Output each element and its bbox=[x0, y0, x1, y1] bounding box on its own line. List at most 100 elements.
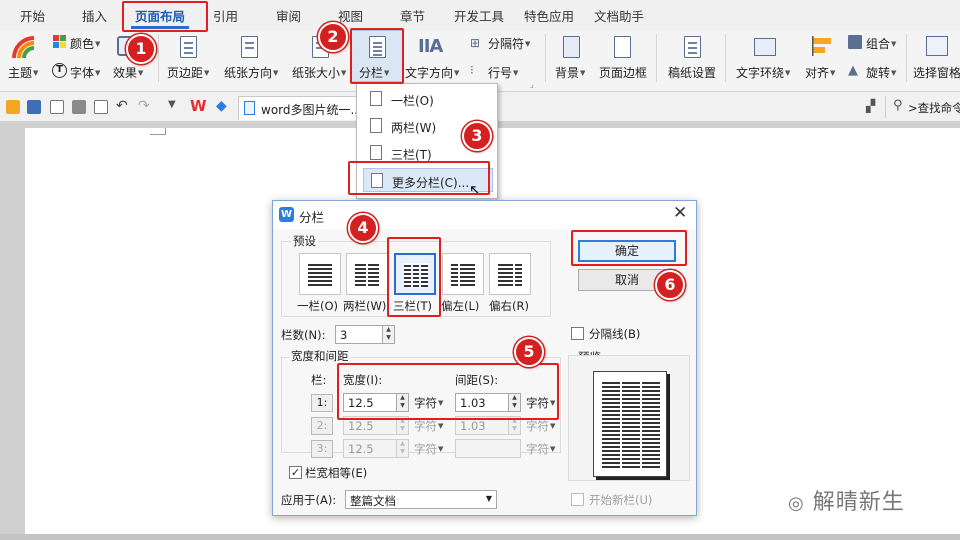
column-3-button: 3: bbox=[311, 440, 333, 458]
tab-references[interactable]: 引用 bbox=[213, 6, 238, 25]
preset-one-column[interactable] bbox=[299, 253, 341, 295]
chevron-down-icon: ▼ bbox=[485, 494, 492, 503]
ribbon-divider bbox=[545, 34, 546, 82]
page-border-button[interactable]: 页面边框 bbox=[599, 64, 647, 81]
column-3-width-spinner: ▲ ▼ bbox=[396, 439, 409, 458]
margin-mark bbox=[165, 128, 166, 135]
theme-button[interactable]: 主题▼ bbox=[8, 64, 38, 81]
line-number-button[interactable]: 行号▼ bbox=[488, 64, 518, 81]
search-icon: ⚲ bbox=[893, 98, 903, 113]
menu-item-one-column[interactable]: 一栏(O) bbox=[363, 87, 493, 111]
doc-icon bbox=[370, 145, 382, 160]
document-tab[interactable]: word多图片统一... bbox=[238, 96, 362, 120]
redo-icon[interactable]: ↷ bbox=[138, 98, 150, 114]
tab-doc-assistant[interactable]: 文档助手 bbox=[594, 6, 644, 25]
save-icon[interactable] bbox=[27, 100, 41, 114]
wps-logo-icon[interactable]: W bbox=[190, 97, 207, 115]
group-button[interactable]: 组合▼ bbox=[866, 35, 896, 52]
preset-left[interactable] bbox=[442, 253, 484, 295]
equal-width-checkbox[interactable]: ✓ bbox=[289, 466, 302, 479]
preset-two-columns[interactable] bbox=[346, 253, 388, 295]
orientation-icon bbox=[241, 36, 258, 58]
pin-icon[interactable]: ▞ bbox=[866, 99, 875, 113]
background-icon bbox=[563, 36, 580, 58]
rotate-icon: ▲ bbox=[848, 63, 858, 78]
callout-badge-5: 5 bbox=[514, 337, 544, 367]
preset-two-columns-label: 两栏(W) bbox=[343, 299, 387, 313]
separator-button[interactable]: 分隔符▼ bbox=[488, 35, 530, 52]
cube-icon[interactable]: ◆ bbox=[216, 98, 227, 114]
highlight-box bbox=[387, 237, 441, 317]
separator-icon: ⊞ bbox=[470, 36, 481, 50]
paper-size-button[interactable]: 纸张大小▼ bbox=[292, 64, 346, 81]
equal-width-label: 栏宽相等(E) bbox=[305, 466, 368, 480]
theme-icon[interactable] bbox=[12, 36, 38, 60]
tab-developer[interactable]: 开发工具 bbox=[454, 6, 504, 25]
align-button[interactable]: 对齐▼ bbox=[805, 64, 835, 81]
export-pdf-icon[interactable] bbox=[50, 100, 64, 114]
presets-label: 预设 bbox=[291, 233, 318, 249]
document-tab-title: word多图片统一... bbox=[261, 103, 362, 117]
undo-icon[interactable]: ↶ bbox=[116, 98, 128, 114]
highlight-box bbox=[122, 1, 208, 32]
margin-button[interactable]: 页边距▼ bbox=[167, 64, 209, 81]
draft-settings-button[interactable]: 稿纸设置 bbox=[668, 64, 716, 81]
print-preview-icon[interactable] bbox=[94, 100, 108, 114]
new-column-checkbox bbox=[571, 493, 584, 506]
callout-badge-4: 4 bbox=[348, 213, 378, 243]
apply-to-select[interactable]: 整篇文档 ▼ bbox=[345, 490, 497, 509]
text-wrap-icon bbox=[754, 38, 776, 56]
open-icon[interactable] bbox=[6, 100, 20, 114]
horizontal-scrollbar[interactable] bbox=[0, 534, 960, 540]
callout-badge-1: 1 bbox=[126, 34, 156, 64]
column-2-button: 2: bbox=[311, 417, 333, 435]
customize-icon[interactable]: ▼ bbox=[168, 99, 176, 110]
doc-icon bbox=[370, 118, 382, 133]
rotate-button[interactable]: 旋转▼ bbox=[866, 64, 896, 81]
preset-left-label: 偏左(L) bbox=[441, 299, 480, 313]
preset-right[interactable] bbox=[489, 253, 531, 295]
text-wrap-button[interactable]: 文字环绕▼ bbox=[736, 64, 790, 81]
close-icon[interactable]: ✕ bbox=[673, 203, 687, 223]
tab-home[interactable]: 开始 bbox=[20, 6, 45, 25]
effect-button[interactable]: 效果▼ bbox=[113, 64, 143, 81]
new-column-label: 开始新栏(U) bbox=[589, 493, 653, 507]
tab-special-apps[interactable]: 特色应用 bbox=[524, 6, 574, 25]
tab-view[interactable]: 视图 bbox=[338, 6, 363, 25]
preset-right-label: 偏右(R) bbox=[489, 299, 529, 313]
page-border-icon bbox=[614, 36, 631, 58]
preview-page bbox=[593, 371, 667, 477]
tab-sections[interactable]: 章节 bbox=[400, 6, 425, 25]
callout-badge-6: 6 bbox=[655, 270, 685, 300]
num-columns-input[interactable]: 3 bbox=[335, 325, 383, 344]
dialog-titlebar[interactable]: W 分栏 ✕ bbox=[273, 201, 696, 229]
preset-one-column-label: 一栏(O) bbox=[297, 299, 339, 313]
column-3-width-unit: 字符▼ bbox=[414, 442, 444, 456]
column-index-header: 栏: bbox=[311, 373, 327, 387]
print-icon[interactable] bbox=[72, 100, 86, 114]
num-columns-spinner[interactable]: ▲ ▼ bbox=[382, 325, 395, 344]
apply-to-label: 应用于(A): bbox=[281, 493, 337, 507]
column-1-button: 1: bbox=[311, 394, 333, 412]
orientation-button[interactable]: 纸张方向▼ bbox=[224, 64, 278, 81]
select-pane-button[interactable]: 选择窗格 bbox=[913, 64, 960, 81]
color-icon bbox=[53, 35, 67, 49]
draft-settings-icon bbox=[684, 36, 701, 58]
column-3-width-input: 12.5 bbox=[343, 439, 397, 458]
separator-line-checkbox[interactable] bbox=[571, 327, 584, 340]
watermark: ◎ 解晴新生 bbox=[788, 484, 905, 516]
text-direction-icon: IIA bbox=[418, 36, 443, 57]
background-button[interactable]: 背景▼ bbox=[555, 64, 585, 81]
tab-review[interactable]: 审阅 bbox=[276, 6, 301, 25]
font-button[interactable]: 字体▼ bbox=[70, 64, 100, 81]
dialog-launcher-icon[interactable]: ⌟ bbox=[530, 80, 534, 89]
group-icon bbox=[848, 35, 862, 49]
num-columns-label: 栏数(N): bbox=[281, 328, 326, 342]
command-search-input[interactable]: >查找命令 bbox=[908, 100, 960, 116]
color-button[interactable]: 颜色▼ bbox=[70, 35, 100, 52]
align-icon bbox=[812, 36, 832, 56]
text-direction-button[interactable]: 文字方向▼ bbox=[405, 64, 459, 81]
highlight-box bbox=[348, 161, 490, 195]
highlight-box bbox=[350, 28, 404, 84]
tab-insert[interactable]: 插入 bbox=[82, 6, 107, 25]
